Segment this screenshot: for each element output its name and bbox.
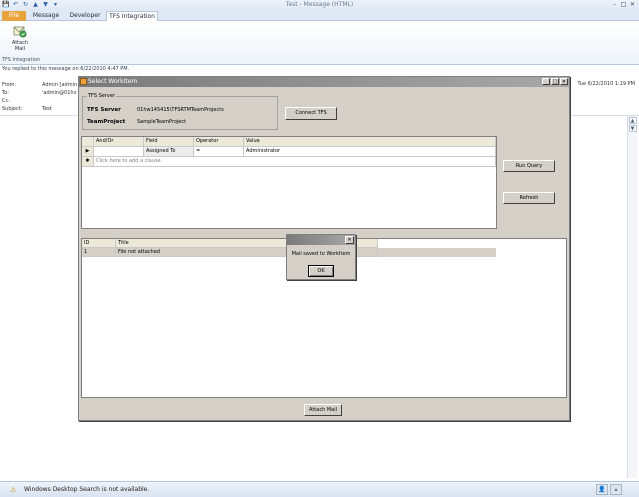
ok-button[interactable]: OK bbox=[308, 265, 334, 277]
tab-tfs-integration[interactable]: TFS Integration bbox=[106, 11, 158, 21]
field-cell[interactable]: Assigned To bbox=[144, 147, 194, 157]
window-titlebar: 💾 ↶ ↻ ▲ ▼ ▾ Test - Message (HTML) – □ ✕ bbox=[0, 0, 639, 10]
minimize-icon[interactable]: – bbox=[610, 0, 619, 9]
row-header-corner bbox=[82, 137, 94, 147]
subject-value: Test bbox=[42, 106, 52, 112]
tab-message[interactable]: Message bbox=[30, 11, 62, 21]
from-value[interactable]: Admin [admin bbox=[42, 82, 77, 88]
add-clause-placeholder[interactable]: Click here to add a clause bbox=[94, 157, 496, 167]
query-clause-row[interactable]: ▶ Assigned To = Administrator bbox=[82, 147, 496, 157]
status-text: Windows Desktop Search is not available. bbox=[24, 486, 150, 493]
column-header-andor[interactable]: And/Or bbox=[94, 137, 144, 147]
new-row-icon: ✱ bbox=[82, 157, 94, 167]
tab-file[interactable]: File bbox=[2, 11, 26, 21]
status-bar: ⚠ Windows Desktop Search is not availabl… bbox=[0, 481, 639, 497]
people-pane-toggle-icon[interactable]: ▴ bbox=[610, 484, 622, 495]
attach-mail-button[interactable]: Attach Mail bbox=[304, 404, 342, 416]
query-grid[interactable]: And/Or Field Operator Value ▶ Assigned T… bbox=[81, 136, 497, 229]
column-header-field[interactable]: Field bbox=[144, 137, 194, 147]
dialog-controls: _ □ ✕ bbox=[542, 78, 568, 85]
value-cell[interactable]: Administrator bbox=[244, 147, 496, 157]
message-box-close-icon[interactable]: ✕ bbox=[345, 236, 354, 244]
message-scrollbar[interactable]: ▲ ▼ bbox=[627, 116, 637, 478]
people-pane-icon[interactable]: 👤 bbox=[596, 484, 608, 495]
people-pane-controls: 👤 ▴ bbox=[596, 484, 624, 496]
ribbon-tabs: File Message Developer TFS Integration bbox=[0, 10, 639, 21]
operator-cell[interactable]: = bbox=[194, 147, 244, 157]
scroll-up-icon[interactable]: ▲ bbox=[628, 117, 637, 124]
warning-icon: ⚠ bbox=[10, 486, 17, 494]
column-header-id[interactable]: ID bbox=[82, 239, 116, 248]
connect-tfs-button[interactable]: Connect TFS bbox=[285, 107, 337, 120]
scroll-down-icon[interactable]: ▼ bbox=[628, 125, 637, 132]
ribbon: Attach Mail TFS Integration bbox=[0, 21, 639, 65]
attach-mail-icon bbox=[13, 26, 27, 38]
message-box-text: Mail saved to WorkItem bbox=[291, 251, 351, 257]
maximize-icon[interactable]: □ bbox=[619, 0, 628, 9]
tfs-server-group: TFS Server TFS Server 01hw145415\TFSRTMT… bbox=[82, 93, 278, 130]
dialog-title: Select WorkItem bbox=[88, 78, 138, 85]
confirmation-message-box: ✕ Mail saved to WorkItem OK bbox=[286, 234, 356, 280]
attach-mail-ribbon-button[interactable]: Attach Mail bbox=[6, 24, 34, 56]
dialog-close-icon[interactable]: ✕ bbox=[560, 78, 568, 85]
column-header-operator[interactable]: Operator bbox=[194, 137, 244, 147]
team-project-value: SampleTeamProject bbox=[137, 119, 187, 125]
query-grid-header: And/Or Field Operator Value bbox=[82, 137, 496, 147]
new-clause-row[interactable]: ✱ Click here to add a clause bbox=[82, 157, 496, 167]
dialog-minimize-icon[interactable]: _ bbox=[542, 78, 550, 85]
dialog-titlebar[interactable]: Select WorkItem _ □ ✕ bbox=[79, 77, 569, 87]
workitem-id-cell[interactable]: 1 bbox=[82, 248, 116, 257]
tfs-server-value: 01hw145415\TFSRTMTeamProjects bbox=[137, 107, 224, 113]
dialog-app-icon bbox=[80, 78, 87, 85]
to-label: To: bbox=[2, 90, 9, 96]
from-label: From: bbox=[2, 82, 17, 88]
team-project-label: TeamProject bbox=[87, 119, 126, 125]
ribbon-group-label: TFS Integration bbox=[1, 57, 41, 63]
sent-time: Tue 6/22/2010 1:19 PM bbox=[577, 81, 635, 87]
andor-cell[interactable] bbox=[94, 147, 144, 157]
refresh-button[interactable]: Refresh bbox=[503, 192, 555, 204]
subject-label: Subject: bbox=[2, 106, 23, 112]
column-header-value[interactable]: Value bbox=[244, 137, 496, 147]
dialog-maximize-icon[interactable]: □ bbox=[551, 78, 559, 85]
tfs-server-label: TFS Server bbox=[87, 107, 121, 113]
cc-label: Cc: bbox=[2, 98, 10, 104]
reply-info-bar: You replied to this message on 6/22/2010… bbox=[0, 65, 639, 74]
run-query-button[interactable]: Run Query bbox=[503, 160, 555, 172]
tfs-server-group-label: TFS Server bbox=[87, 93, 117, 99]
tab-developer[interactable]: Developer bbox=[66, 11, 104, 21]
window-title: Test - Message (HTML) bbox=[285, 1, 354, 8]
attach-mail-label-line2: Mail bbox=[14, 46, 26, 52]
close-icon[interactable]: ✕ bbox=[628, 0, 637, 9]
current-row-icon: ▶ bbox=[82, 147, 94, 157]
window-controls: – □ ✕ bbox=[610, 0, 637, 9]
to-value[interactable]: 'admin@01hv bbox=[42, 90, 77, 96]
